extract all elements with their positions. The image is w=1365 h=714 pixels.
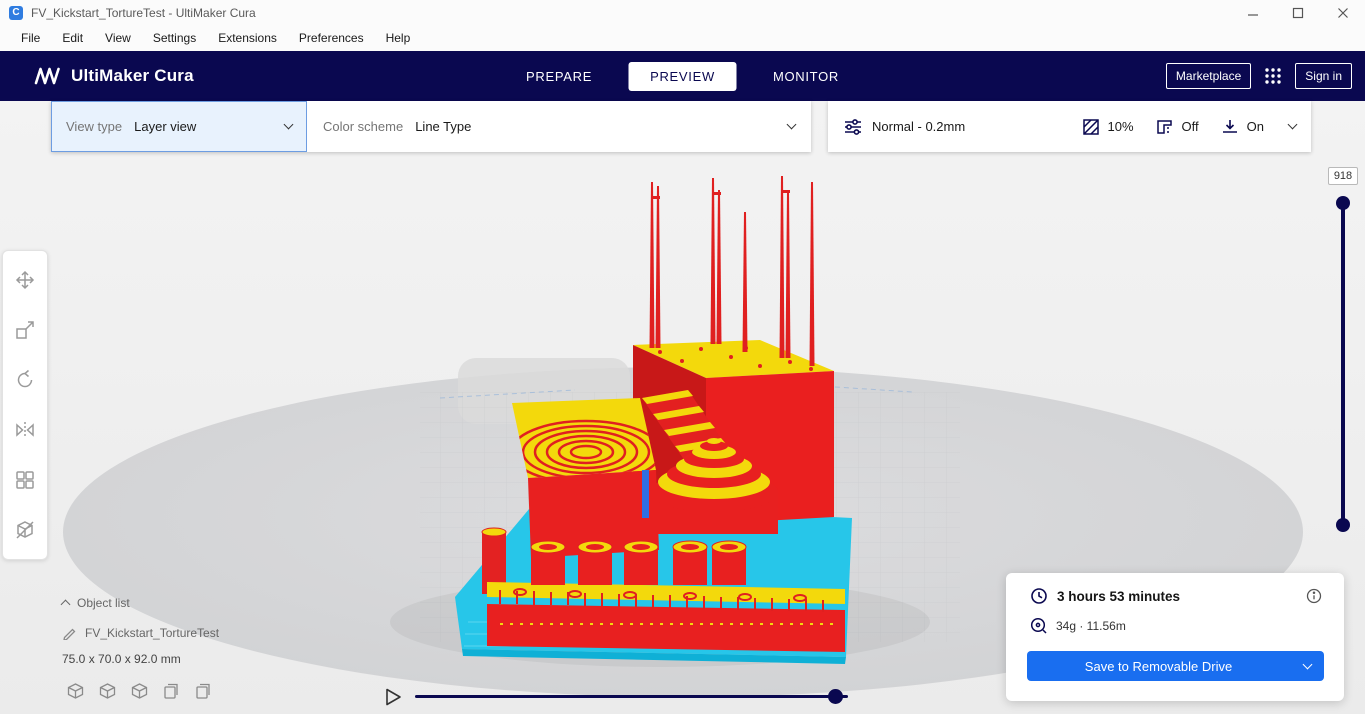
menu-extensions[interactable]: Extensions [207,25,288,51]
model-type-icons [66,682,213,701]
menu-edit[interactable]: Edit [51,25,94,51]
mirror-tool-button[interactable] [3,405,47,455]
stage-tabs: PREPARE PREVIEW MONITOR [504,61,861,91]
close-icon[interactable] [1320,0,1365,25]
ultimaker-logo-icon [34,67,60,85]
save-to-removable-drive-button[interactable]: Save to Removable Drive [1027,651,1324,681]
model-cube-icon-5[interactable] [194,682,213,701]
tool-panel [2,250,48,560]
rotate-tool-button[interactable] [3,355,47,405]
layer-progress-handle[interactable] [828,689,843,704]
cura-window: C FV_Kickstart_TortureTest - UltiMaker C… [0,0,1365,714]
tab-monitor[interactable]: MONITOR [751,62,861,91]
object-list-item[interactable]: FV_Kickstart_TortureTest [62,625,219,640]
object-dimensions-row: 75.0 x 70.0 x 92.0 mm [62,652,181,666]
model-cube-icon-1[interactable] [66,682,85,701]
brand-name: UltiMaker Cura [71,66,194,85]
chevron-down-icon [1302,659,1312,669]
print-time: 3 hours 53 minutes [1057,588,1181,604]
main-header: UltiMaker Cura PREPARE PREVIEW MONITOR M… [0,51,1365,101]
adhesion-value: On [1246,119,1264,134]
menu-bar: File Edit View Settings Extensions Prefe… [0,25,1365,51]
app-icon: C [9,5,23,20]
apps-grid-icon[interactable] [1264,67,1282,85]
layer-slider-top-handle[interactable] [1336,196,1350,210]
move-tool-button[interactable] [3,255,47,305]
chevron-down-icon [283,119,294,130]
save-button-label: Save to Removable Drive [1084,658,1233,674]
model-cube-icon-3[interactable] [130,682,149,701]
tab-prepare[interactable]: PREPARE [504,62,614,91]
menu-preferences[interactable]: Preferences [288,25,375,51]
object-list-label: Object list [77,596,130,610]
layer-slider-bottom-handle[interactable] [1336,518,1350,532]
window-title: FV_Kickstart_TortureTest - UltiMaker Cur… [31,5,256,20]
chevron-up-icon [60,599,71,610]
layer-slider-track[interactable] [1341,203,1345,525]
per-model-settings-button[interactable] [3,455,47,505]
menu-view[interactable]: View [94,25,142,51]
model-cube-icon-4[interactable] [162,682,181,701]
adhesion-icon [1222,119,1237,133]
view-type-label: View type [66,119,123,134]
layer-count-box: 918 [1328,167,1358,185]
print-settings-bar[interactable]: Normal - 0.2mm 10% Off On [828,101,1311,152]
support-setting: Off [1155,117,1199,137]
rename-pencil-icon [63,628,76,640]
infill-setting: 10% [1081,117,1134,137]
color-scheme-dropdown[interactable]: Color scheme Line Type [307,101,811,152]
maximize-icon[interactable] [1275,0,1320,25]
color-scheme-value: Line Type [415,119,472,134]
view-toolbar: View type Layer view Color scheme Line T… [51,101,811,152]
object-dimensions: 75.0 x 70.0 x 92.0 mm [62,652,181,666]
model-cube-icon-2[interactable] [98,682,117,701]
menu-settings[interactable]: Settings [142,25,207,51]
title-bar: C FV_Kickstart_TortureTest - UltiMaker C… [0,0,1365,25]
save-options-dropdown[interactable] [1290,659,1324,669]
adhesion-setting: On [1220,117,1264,137]
marketplace-button[interactable]: Marketplace [1165,63,1252,89]
color-scheme-label: Color scheme [323,119,404,134]
infill-icon [1082,118,1099,135]
menu-help[interactable]: Help [375,25,422,51]
infill-value: 10% [1107,119,1134,134]
layer-progress-slider[interactable] [415,695,848,698]
tab-preview[interactable]: PREVIEW [628,61,737,91]
support-blocker-button[interactable] [3,505,47,555]
sign-in-button[interactable]: Sign in [1295,63,1352,89]
object-name: FV_Kickstart_TortureTest [85,625,220,640]
chevron-down-icon [1287,119,1298,130]
view-type-value: Layer view [134,119,197,134]
object-list-toggle[interactable]: Object list [60,596,130,610]
menu-file[interactable]: File [10,25,51,51]
chevron-down-icon [786,119,797,130]
scale-tool-button[interactable] [3,305,47,355]
print-summary-card: 3 hours 53 minutes 34g · 11.56m Save to … [1006,573,1344,701]
clock-icon [1031,588,1047,604]
material-usage: 34g · 11.56m [1056,618,1126,633]
support-value: Off [1181,119,1199,134]
view-type-dropdown[interactable]: View type Layer view [51,101,307,152]
info-icon[interactable] [1306,588,1322,609]
brand: UltiMaker Cura [34,66,194,86]
play-button[interactable] [383,687,403,707]
minimize-icon[interactable] [1230,0,1275,25]
tune-sliders-icon [845,118,861,135]
support-icon [1156,119,1172,134]
profile-value: Normal - 0.2mm [872,119,966,134]
material-spool-icon [1030,617,1047,634]
